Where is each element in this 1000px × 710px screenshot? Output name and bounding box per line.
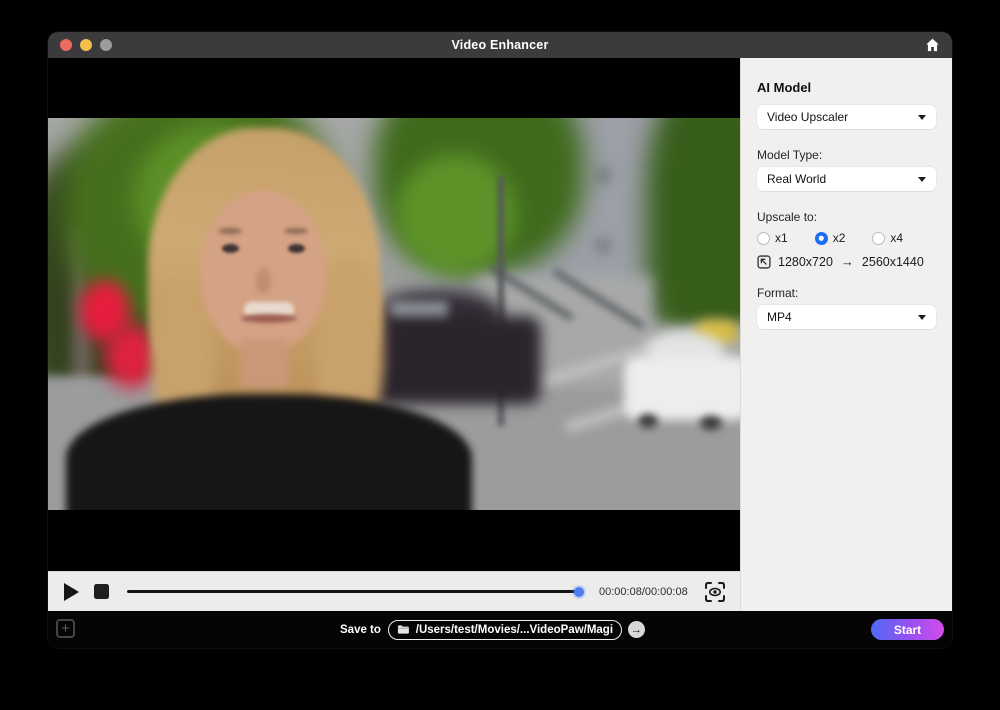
model-type-dropdown[interactable]: Real World [757, 167, 936, 191]
woman-sweater [66, 394, 472, 510]
white-car-wheel [700, 416, 722, 430]
traffic-lights [60, 39, 112, 51]
radio-x1-circle[interactable] [757, 232, 770, 245]
close-button[interactable] [60, 39, 72, 51]
radio-x2-label: x2 [833, 231, 846, 245]
start-button[interactable]: Start [871, 619, 944, 640]
chevron-down-icon [918, 177, 926, 182]
settings-sidebar: AI Model Video Upscaler Model Type: Real… [740, 58, 952, 611]
minimize-button[interactable] [80, 39, 92, 51]
resolution-arrow: → [841, 254, 854, 269]
stop-button[interactable] [94, 584, 109, 599]
app-window: Video Enhancer [48, 32, 952, 648]
video-pane: 00:00:08/00:00:08 [48, 58, 740, 611]
model-type-label: Model Type: [757, 148, 936, 162]
radio-x2[interactable]: x2 [815, 231, 846, 245]
ai-model-value: Video Upscaler [767, 110, 848, 124]
ai-model-dropdown[interactable]: Video Upscaler [757, 105, 936, 129]
upscale-options: x1 x2 x4 [757, 231, 936, 245]
seek-slider[interactable] [127, 590, 579, 593]
arrow-right-icon: → [631, 624, 642, 636]
radio-x4-label: x4 [890, 231, 903, 245]
building-window [596, 238, 610, 253]
resolution-row: 1280x720 → 2560x1440 [757, 254, 936, 269]
chevron-down-icon [918, 115, 926, 120]
model-type-value: Real World [767, 172, 826, 186]
scale-resize-icon [757, 255, 771, 269]
save-path-text: /Users/test/Movies/...VideoPaw/MagicAI [416, 624, 613, 636]
home-icon [924, 37, 941, 53]
woman-eyebrow [218, 228, 242, 234]
time-display: 00:00:08/00:00:08 [599, 586, 688, 598]
resolution-from: 1280x720 [778, 255, 833, 269]
window-title: Video Enhancer [48, 38, 952, 52]
add-file-button[interactable]: + [56, 619, 75, 638]
white-car-wheel [638, 414, 658, 428]
woman-eye [222, 244, 239, 253]
radio-x4-circle[interactable] [872, 232, 885, 245]
zoom-button [100, 39, 112, 51]
footer-bar: + Save to /Users/test/Movies/...VideoPaw… [48, 611, 952, 648]
format-dropdown[interactable]: MP4 [757, 305, 936, 329]
play-button[interactable] [64, 583, 79, 601]
video-preview [48, 118, 740, 510]
main-content: 00:00:08/00:00:08 [48, 58, 952, 611]
radio-x4[interactable]: x4 [872, 231, 903, 245]
ai-model-label: AI Model [757, 80, 936, 95]
player-controls: 00:00:08/00:00:08 [48, 571, 740, 611]
woman-smile-lip [241, 314, 297, 323]
radio-x1-label: x1 [775, 231, 788, 245]
save-to-label: Save to [340, 624, 381, 636]
folder-icon [397, 624, 410, 635]
building-window [596, 168, 610, 183]
woman-neck [240, 340, 288, 388]
compare-button[interactable] [704, 581, 726, 603]
radio-x2-circle[interactable] [815, 232, 828, 245]
upscale-label: Upscale to: [757, 210, 936, 224]
save-path-field[interactable]: /Users/test/Movies/...VideoPaw/MagicAI [388, 620, 622, 640]
save-to-group: Save to /Users/test/Movies/...VideoPaw/M… [340, 611, 645, 648]
resolution-to: 2560x1440 [862, 255, 924, 269]
seek-slider-knob[interactable] [574, 587, 584, 597]
woman-nose [256, 268, 271, 294]
home-button[interactable] [923, 36, 941, 54]
white-car-body [624, 356, 740, 420]
format-label: Format: [757, 286, 936, 300]
woman-eye [288, 244, 305, 253]
chevron-down-icon [918, 315, 926, 320]
format-value: MP4 [767, 310, 792, 324]
desktop-background: Video Enhancer [0, 0, 1000, 710]
compare-preview-icon [704, 581, 726, 603]
title-bar: Video Enhancer [48, 32, 952, 58]
open-folder-button[interactable]: → [628, 621, 645, 638]
radio-x1[interactable]: x1 [757, 231, 788, 245]
woman-eyebrow [284, 228, 308, 234]
